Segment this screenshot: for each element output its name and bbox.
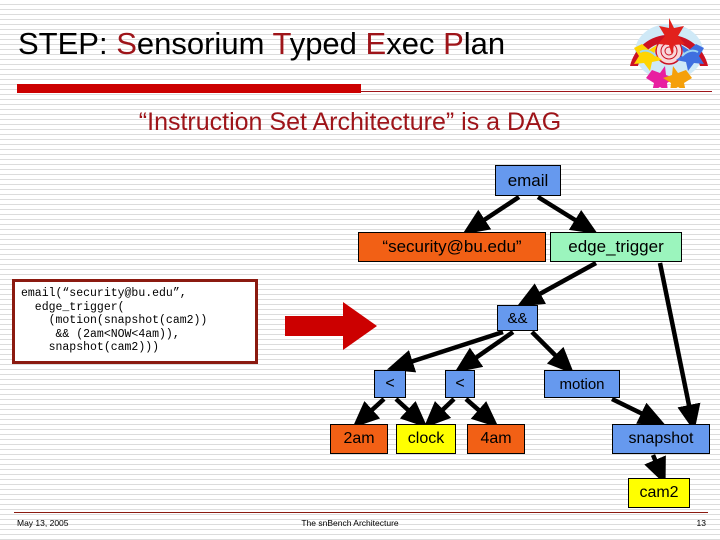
page-title-segment: S xyxy=(116,26,137,61)
footer-title: The snBench Architecture xyxy=(301,518,399,528)
dag-node-and[interactable]: && xyxy=(497,305,538,331)
title-underline-thick xyxy=(17,84,361,93)
page-title-segment: lan xyxy=(463,26,506,61)
dag-node-security[interactable]: “security@bu.edu” xyxy=(358,232,546,262)
dag-node-less-than-right[interactable]: < xyxy=(445,370,475,398)
dag-node-clock[interactable]: clock xyxy=(396,424,456,454)
page-title-segment: yped xyxy=(289,26,366,61)
dag-edges xyxy=(352,195,701,485)
footer-page-number: 13 xyxy=(696,518,706,528)
dag-node-cam2[interactable]: cam2 xyxy=(628,478,690,508)
page-title-segment: T xyxy=(272,26,290,61)
step-source-code: email(“security@bu.edu”, edge_trigger( (… xyxy=(12,279,258,364)
title-underline-thin xyxy=(361,91,712,92)
dag-node-2am[interactable]: 2am xyxy=(330,424,388,454)
slide-canvas: STEP: Sensorium Typed Exec Plan “Instruc… xyxy=(0,0,720,540)
page-title: STEP: Sensorium Typed Exec Plan xyxy=(18,26,505,62)
dag-node-edge-trigger[interactable]: edge_trigger xyxy=(550,232,682,262)
dag-node-4am[interactable]: 4am xyxy=(467,424,525,454)
compile-arrow-icon xyxy=(285,302,377,350)
page-title-segment: ensorium xyxy=(136,26,273,61)
page-title-segment: E xyxy=(365,26,387,61)
dag-node-motion[interactable]: motion xyxy=(544,370,620,398)
page-title-segment: STEP: xyxy=(18,26,117,61)
dag-node-snapshot[interactable]: snapshot xyxy=(612,424,710,454)
slide-subtitle: “Instruction Set Architecture” is a DAG xyxy=(138,108,562,136)
sensorium-logo xyxy=(622,8,716,92)
page-title-segment: xec xyxy=(386,26,444,61)
dag-node-less-than-left[interactable]: < xyxy=(374,370,406,398)
footer-divider xyxy=(14,512,708,513)
page-title-segment: P xyxy=(443,26,464,61)
dag-node-email[interactable]: email xyxy=(495,165,561,196)
